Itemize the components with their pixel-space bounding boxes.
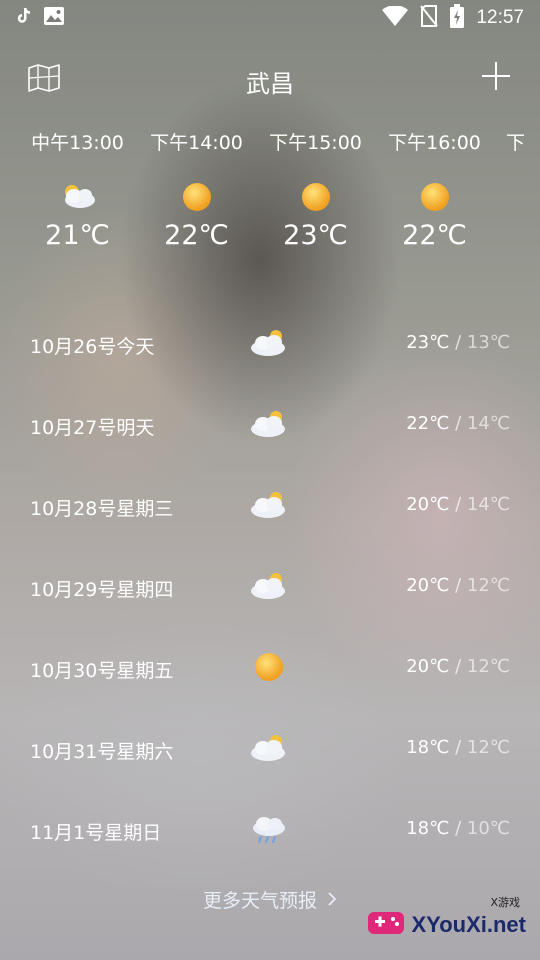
day-row[interactable]: 10月27号明天 22℃ / 14℃ (0, 385, 540, 465)
hour-item: 下午16:00 22℃ (375, 126, 494, 251)
hour-item: 中午13:00 21℃ (18, 126, 137, 251)
temp-low: 10℃ (466, 818, 510, 839)
hour-temp: 23℃ (283, 220, 348, 251)
hour-item: 下午15:00 23℃ (256, 126, 375, 251)
temp-low: 12℃ (466, 737, 510, 758)
hour-time: 下午16:00 (388, 132, 481, 154)
day-date: 11月1号星期日 (30, 822, 162, 844)
temp-low: 14℃ (466, 413, 510, 434)
day-date: 10月26号今天 (30, 336, 155, 358)
gamepad-icon (368, 912, 404, 934)
day-temp: 20℃ / 12℃ (406, 656, 510, 677)
watermark-top: X游戏 (490, 896, 520, 909)
sunny-icon (296, 180, 336, 214)
hour-item: 下 (494, 126, 540, 160)
cloudy-icon (248, 488, 290, 522)
day-date: 10月29号星期四 (30, 579, 174, 601)
temp-separator: / (449, 737, 467, 758)
temp-separator: / (449, 413, 467, 434)
add-icon[interactable] (482, 62, 510, 90)
temp-high: 18℃ (406, 818, 450, 839)
hour-time: 下午15:00 (269, 132, 362, 154)
day-date: 10月28号星期三 (30, 498, 174, 520)
temp-low: 13℃ (466, 332, 510, 353)
hour-time: 中午13:00 (31, 132, 124, 154)
day-temp: 23℃ / 13℃ (406, 332, 510, 353)
temp-high: 22℃ (406, 413, 450, 434)
day-date: 10月27号明天 (30, 417, 155, 439)
tiktok-icon (16, 8, 30, 28)
cloudy-icon (248, 569, 290, 603)
hour-time: 下午14:00 (150, 132, 243, 154)
day-row[interactable]: 10月30号星期五 20℃ / 12℃ (0, 628, 540, 708)
sunny-icon (415, 180, 455, 214)
no-sim-icon (420, 5, 439, 31)
hour-temp: 22℃ (402, 220, 467, 251)
day-date: 10月31号星期六 (30, 741, 174, 763)
temp-low: 14℃ (466, 494, 510, 515)
header: 武昌 (0, 56, 540, 102)
temp-high: 20℃ (406, 494, 450, 515)
hourly-forecast[interactable]: 中午13:00 21℃ 下午14:00 22℃ 下午15:00 23℃ 下午16… (0, 126, 540, 276)
hour-temp: 21℃ (45, 220, 110, 251)
status-time: 12:57 (476, 7, 524, 28)
status-bar: 12:57 (0, 0, 540, 36)
city-title[interactable]: 武昌 (0, 64, 540, 99)
image-icon (44, 7, 64, 29)
sunny-icon (248, 650, 290, 684)
day-row[interactable]: 11月1号星期日 18℃ / 10℃ (0, 790, 540, 870)
temp-low: 12℃ (466, 656, 510, 677)
wifi-icon (382, 5, 409, 30)
battery-charging-icon (450, 4, 465, 32)
temp-separator: / (449, 575, 467, 596)
temp-high: 18℃ (406, 737, 450, 758)
day-row[interactable]: 10月31号星期六 18℃ / 12℃ (0, 709, 540, 789)
cloudy-icon (58, 180, 98, 214)
day-temp: 20℃ / 12℃ (406, 575, 510, 596)
day-row[interactable]: 10月28号星期三 20℃ / 14℃ (0, 466, 540, 546)
cloudy-icon (248, 731, 290, 765)
day-temp: 18℃ / 12℃ (406, 737, 510, 758)
day-row[interactable]: 10月26号今天 23℃ / 13℃ (0, 304, 540, 384)
watermark-text: XYouXi.net (411, 912, 527, 937)
sunny-icon (177, 180, 217, 214)
temp-high: 23℃ (406, 332, 450, 353)
day-temp: 22℃ / 14℃ (406, 413, 510, 434)
hour-item: 下午14:00 22℃ (137, 126, 256, 251)
cloudy-icon (248, 407, 290, 441)
temp-separator: / (449, 818, 467, 839)
day-temp: 18℃ / 10℃ (406, 818, 510, 839)
hour-time: 下 (506, 132, 526, 154)
temp-low: 12℃ (466, 575, 510, 596)
temp-separator: / (449, 494, 467, 515)
rain-icon (248, 812, 290, 846)
day-row[interactable]: 10月29号星期四 20℃ / 12℃ (0, 547, 540, 627)
more-forecast-label: 更多天气预报 (202, 890, 317, 912)
chevron-right-icon (327, 890, 337, 912)
watermark-logo: X游戏 XYouXi.net (368, 892, 532, 948)
temp-high: 20℃ (406, 656, 450, 677)
cloudy-icon (248, 326, 290, 360)
hour-temp: 22℃ (164, 220, 229, 251)
temp-separator: / (449, 332, 467, 353)
temp-high: 20℃ (406, 575, 450, 596)
day-temp: 20℃ / 14℃ (406, 494, 510, 515)
temp-separator: / (449, 656, 467, 677)
day-date: 10月30号星期五 (30, 660, 174, 682)
